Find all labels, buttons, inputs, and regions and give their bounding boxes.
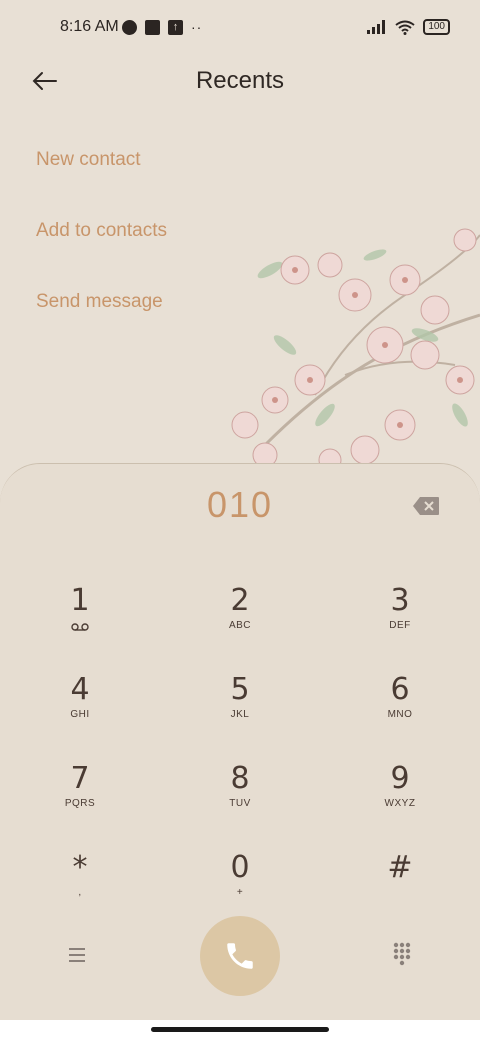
call-button[interactable] bbox=[200, 916, 280, 996]
key-hash[interactable]: # bbox=[340, 851, 460, 921]
key-letters: MNO bbox=[387, 709, 413, 720]
notification-icons: ↑ ·· bbox=[122, 19, 202, 35]
blossom-illustration bbox=[231, 228, 480, 472]
battery-icon: 100 bbox=[423, 19, 450, 35]
key-4[interactable]: 4 GHI bbox=[20, 673, 140, 743]
key-digit: 4 bbox=[70, 672, 90, 707]
square-notification-icon bbox=[145, 19, 160, 35]
key-digit: 9 bbox=[390, 761, 410, 796]
key-0[interactable]: 0 + bbox=[180, 851, 300, 921]
phone-icon bbox=[227, 943, 253, 969]
dialed-number: 010 bbox=[206, 484, 274, 525]
page-title: Recents bbox=[195, 67, 285, 94]
app-notification-icon bbox=[122, 19, 137, 35]
system-icons: 100 bbox=[367, 19, 450, 35]
key-letters: PQRS bbox=[64, 798, 96, 809]
status-bar: 8:16 AM ↑ ·· 100 bbox=[0, 0, 480, 56]
key-letters: TUV bbox=[229, 798, 251, 809]
key-letters: GHI bbox=[70, 709, 90, 720]
new-contact-button[interactable]: New contact bbox=[36, 146, 167, 217]
key-6[interactable]: 6 MNO bbox=[340, 673, 460, 743]
key-digit: 1 bbox=[70, 583, 90, 618]
signal-icon bbox=[367, 20, 386, 34]
key-2[interactable]: 2 ABC bbox=[180, 584, 300, 654]
key-digit: 8 bbox=[230, 761, 250, 796]
key-digit: # bbox=[387, 850, 413, 885]
send-message-button[interactable]: Send message bbox=[36, 288, 167, 359]
key-digit: 2 bbox=[230, 583, 250, 618]
key-letters: + bbox=[236, 887, 244, 898]
key-letters: DEF bbox=[389, 620, 411, 631]
key-letters: WXYZ bbox=[384, 798, 416, 809]
menu-icon[interactable] bbox=[62, 942, 92, 968]
wifi-icon bbox=[395, 20, 415, 35]
key-letters: ABC bbox=[228, 620, 252, 631]
backspace-icon[interactable] bbox=[412, 496, 440, 516]
key-letters: , bbox=[78, 887, 82, 898]
voicemail-icon bbox=[71, 623, 89, 631]
key-digit: 5 bbox=[230, 672, 250, 707]
key-digit: 6 bbox=[390, 672, 410, 707]
status-time: 8:16 AM bbox=[60, 18, 119, 35]
top-bar: Recents bbox=[0, 56, 480, 108]
key-digit: 7 bbox=[70, 761, 90, 796]
key-letters: JKL bbox=[230, 709, 250, 720]
key-digit: * bbox=[72, 850, 88, 885]
key-5[interactable]: 5 JKL bbox=[180, 673, 300, 743]
key-3[interactable]: 3 DEF bbox=[340, 584, 460, 654]
add-to-contacts-button[interactable]: Add to contacts bbox=[36, 217, 167, 288]
key-star[interactable]: * , bbox=[20, 851, 140, 921]
key-8[interactable]: 8 TUV bbox=[180, 762, 300, 832]
upload-notification-icon: ↑ bbox=[168, 19, 183, 35]
home-indicator[interactable] bbox=[151, 1027, 329, 1032]
dialpad-icon[interactable] bbox=[388, 940, 416, 968]
more-notifications-icon: ·· bbox=[191, 19, 203, 35]
key-1[interactable]: 1 bbox=[20, 584, 140, 654]
key-digit: 0 bbox=[230, 850, 250, 885]
action-list: New contact Add to contacts Send message bbox=[36, 146, 167, 359]
key-7[interactable]: 7 PQRS bbox=[20, 762, 140, 832]
key-digit: 3 bbox=[390, 583, 410, 618]
key-9[interactable]: 9 WXYZ bbox=[340, 762, 460, 832]
